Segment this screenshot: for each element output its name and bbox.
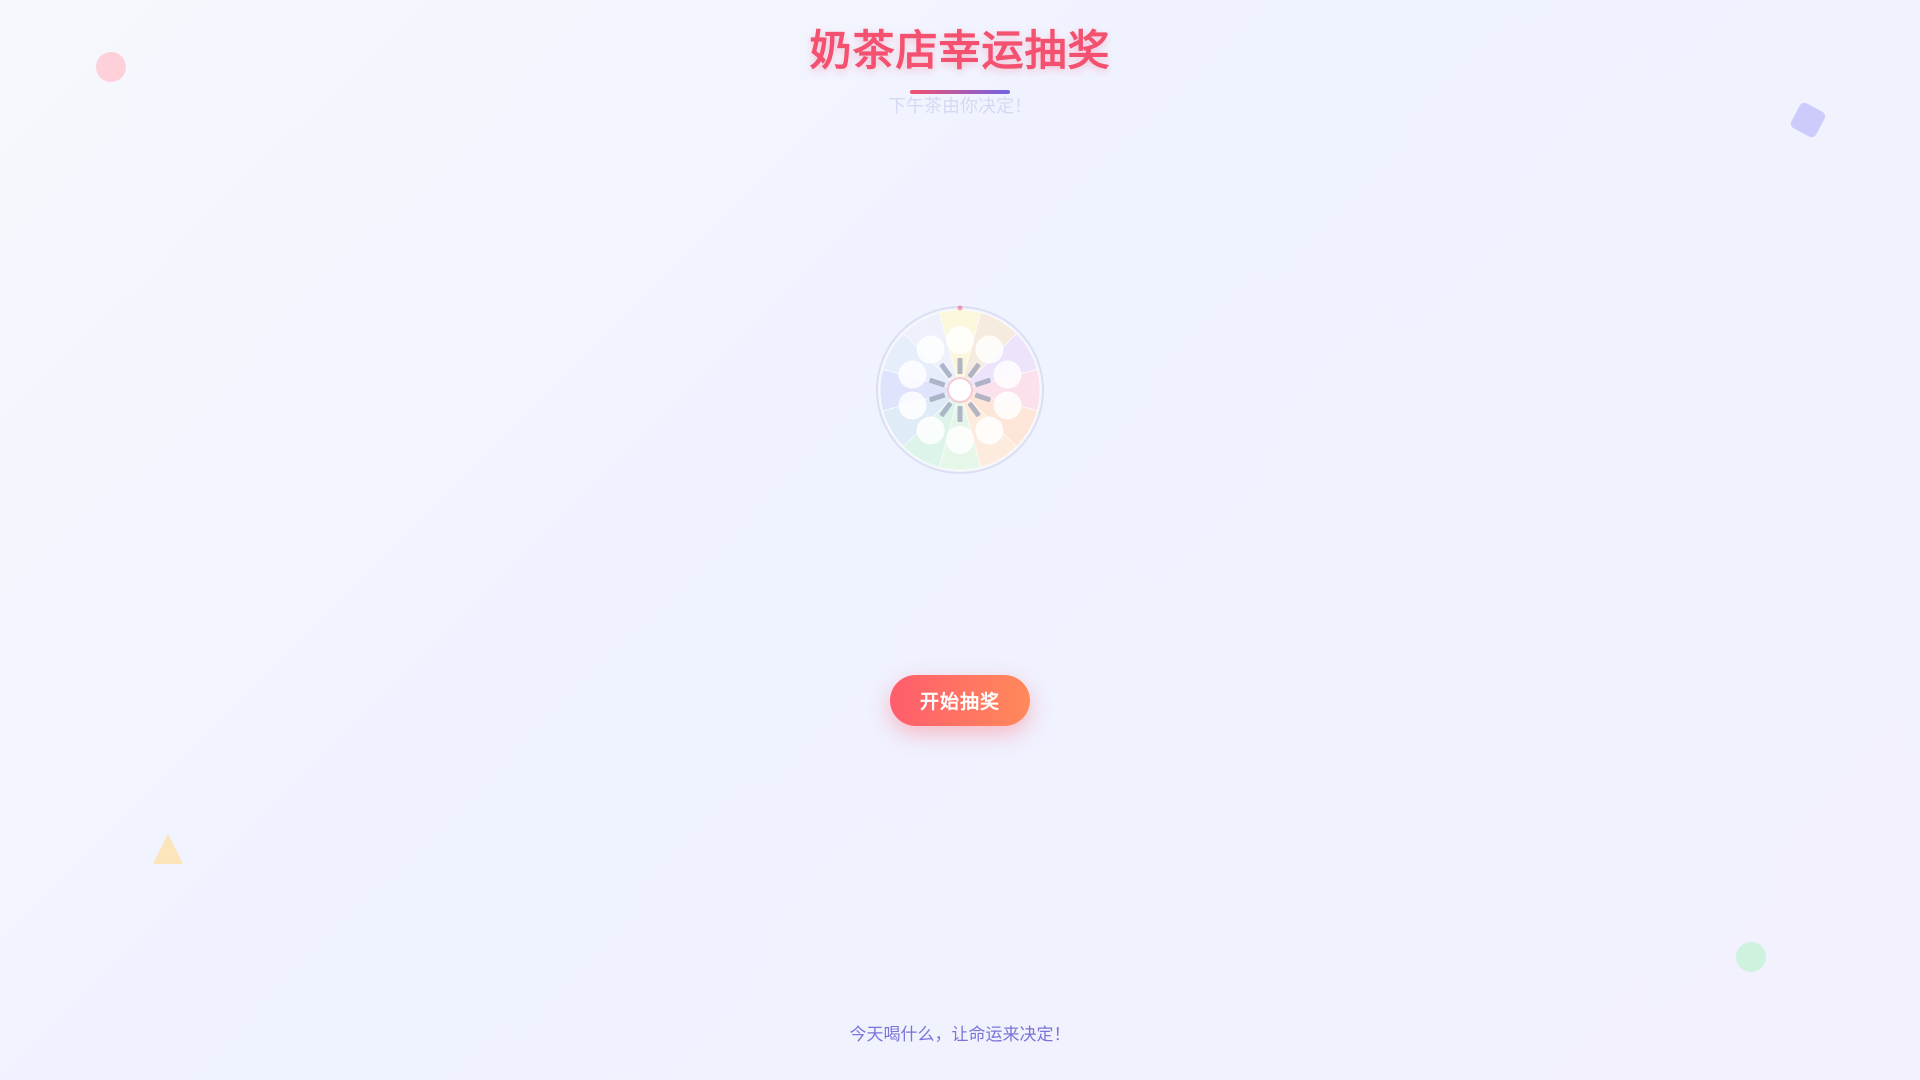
start-draw-button[interactable]: 开始抽奖 (890, 675, 1030, 726)
decorative-green-circle (1736, 942, 1766, 972)
wheel-center-hub (947, 377, 973, 403)
wheel-prize-label-mark (957, 406, 963, 422)
prize-wheel[interactable] (874, 304, 1046, 476)
wheel-prize-bubble (898, 391, 927, 420)
wheel-prize-bubble (993, 391, 1022, 420)
wheel-prize-bubble (898, 360, 927, 389)
wheel-prize-bubble (975, 416, 1004, 445)
wheel-prize-bubble (946, 326, 974, 354)
footer-slogan: 今天喝什么，让命运来决定！ (849, 1025, 1071, 1045)
page-header: 奶茶店幸运抽奖 下午茶由你决定！ (0, 20, 1920, 118)
decorative-yellow-triangle (153, 834, 183, 864)
page-subtitle: 下午茶由你决定！ (888, 96, 1032, 117)
wheel-prize-bubble (993, 360, 1022, 389)
title-underline (910, 90, 1010, 94)
page-title: 奶茶店幸运抽奖 (809, 26, 1111, 75)
wheel-prize-bubble (975, 335, 1004, 364)
wheel-prize-bubble (946, 426, 974, 454)
wheel-prize-bubble (916, 416, 945, 445)
prize-wheel-graphic (876, 305, 1044, 474)
wheel-pointer (957, 305, 963, 311)
wheel-prize-bubble (916, 335, 945, 364)
wheel-prize-label-mark (957, 358, 963, 374)
